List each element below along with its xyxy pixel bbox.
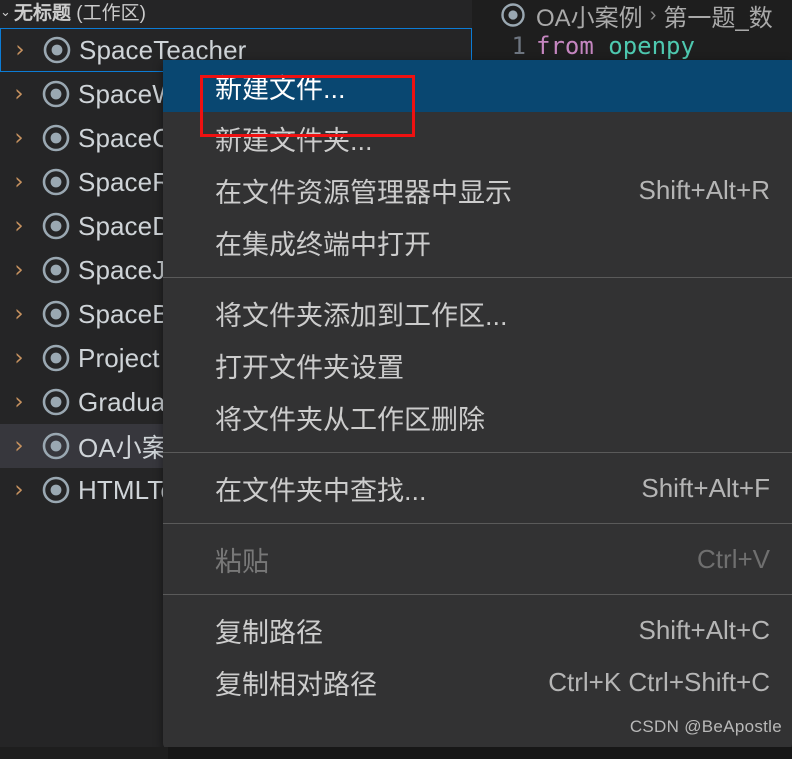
workspace-title-text: 无标题	[14, 3, 72, 24]
workspace-folder-icon	[38, 123, 74, 153]
workspace-folder-icon	[38, 211, 74, 241]
workspace-folder-icon	[38, 387, 74, 417]
menu-item-open-folder-settings[interactable]: 打开文件夹设置	[163, 339, 792, 391]
menu-item-label: 新建文件夹...	[215, 125, 373, 156]
menu-item-label: 在文件资源管理器中显示	[215, 177, 512, 208]
chevron-down-icon: ⌄	[0, 4, 11, 19]
workspace-folder-icon	[38, 299, 74, 329]
menu-item-label: 粘贴	[215, 546, 269, 577]
menu-item-label: 打开文件夹设置	[215, 352, 404, 383]
menu-item-find-in-folder[interactable]: 在文件夹中查找... Shift+Alt+F	[163, 462, 792, 514]
menu-group: 将文件夹添加到工作区... 打开文件夹设置将文件夹从工作区删除	[163, 287, 792, 443]
bottom-strip-left	[0, 747, 168, 759]
menu-group: 粘贴 Ctrl+V	[163, 533, 792, 585]
chevron-right-icon[interactable]: ›	[0, 126, 38, 150]
tree-row-label: Project	[78, 342, 160, 373]
menu-item-paste: 粘贴 Ctrl+V	[163, 533, 792, 585]
menu-item-shortcut: Ctrl+V	[697, 543, 770, 574]
menu-item-shortcut: Shift+Alt+C	[638, 614, 770, 645]
chevron-right-icon[interactable]: ›	[0, 434, 38, 458]
menu-item-label: 在集成终端中打开	[215, 229, 431, 260]
menu-separator	[163, 452, 792, 453]
chevron-right-icon[interactable]: ›	[0, 82, 38, 106]
menu-separator	[163, 594, 792, 595]
context-menu[interactable]: 新建文件... 新建文件夹... 在文件资源管理器中显示 Shift+Alt+R 在集成…	[163, 60, 792, 750]
menu-item-reveal-in-explorer[interactable]: 在文件资源管理器中显示 Shift+Alt+R	[163, 164, 792, 216]
menu-item-label: 在文件夹中查找...	[215, 475, 427, 506]
menu-item-add-folder-to-workspace[interactable]: 将文件夹添加到工作区...	[163, 287, 792, 339]
menu-group: 在文件夹中查找... Shift+Alt+F	[163, 462, 792, 514]
line-number: 1	[511, 32, 526, 60]
code-editor-line[interactable]: 1 from openpy	[472, 30, 792, 62]
menu-item-label: 将文件夹添加到工作区...	[215, 300, 508, 331]
bottom-strip-right	[168, 747, 792, 759]
chevron-right-icon[interactable]: ›	[0, 258, 38, 282]
chevron-right-icon[interactable]: ›	[0, 302, 38, 326]
workspace-folder-icon	[38, 343, 74, 373]
vscode-window: ⌄无标题 (工作区) ›SpaceTeacher›SpaceWeb›SpaceC…	[0, 0, 792, 759]
menu-separator	[163, 277, 792, 278]
menu-group: 复制路径 Shift+Alt+C 复制相对路径 Ctrl+K Ctrl+Shift+C	[163, 604, 792, 708]
menu-item-label: 将文件夹从工作区删除	[215, 404, 485, 435]
menu-item-new-file[interactable]: 新建文件...	[163, 60, 792, 112]
breadcrumb-separator-icon: ›	[649, 3, 657, 26]
menu-item-label: 复制路径	[215, 617, 323, 648]
chevron-right-icon[interactable]: ›	[0, 478, 38, 502]
menu-group: 新建文件... 新建文件夹... 在文件资源管理器中显示 Shift+Alt+R 在集成…	[163, 60, 792, 268]
workspace-folder-icon	[38, 431, 74, 461]
workspace-folder-icon	[500, 2, 526, 28]
menu-item-shortcut: Shift+Alt+R	[638, 174, 770, 205]
menu-item-shortcut: Ctrl+K Ctrl+Shift+C	[548, 666, 770, 697]
watermark: CSDN @BeApostle	[629, 717, 782, 736]
workspace-folder-icon	[38, 475, 74, 505]
menu-item-copy-relative-path[interactable]: 复制相对路径 Ctrl+K Ctrl+Shift+C	[163, 656, 792, 708]
workspace-folder-icon	[38, 255, 74, 285]
chevron-right-icon[interactable]: ›	[0, 346, 38, 370]
code-keyword: from	[536, 32, 594, 60]
chevron-right-icon[interactable]: ›	[0, 390, 38, 414]
menu-item-shortcut: Shift+Alt+F	[641, 472, 770, 503]
menu-item-remove-folder-from-workspace[interactable]: 将文件夹从工作区删除	[163, 391, 792, 443]
menu-item-copy-path[interactable]: 复制路径 Shift+Alt+C	[163, 604, 792, 656]
menu-item-open-in-terminal[interactable]: 在集成终端中打开	[163, 216, 792, 268]
menu-separator	[163, 523, 792, 524]
code-module-name: openpy	[608, 32, 695, 60]
breadcrumb[interactable]: OA小案例 › 第一题_数	[472, 0, 773, 33]
workspace-title-suffix: (工作区)	[76, 3, 146, 24]
workspace-folder-icon	[39, 35, 75, 65]
breadcrumb-leaf[interactable]: 第一题_数	[663, 0, 772, 33]
menu-item-label: 新建文件...	[215, 73, 346, 104]
chevron-right-icon[interactable]: ›	[0, 214, 38, 238]
workspace-folder-icon	[38, 79, 74, 109]
breadcrumb-root[interactable]: OA小案例	[536, 0, 643, 33]
chevron-right-icon[interactable]: ›	[0, 170, 38, 194]
menu-item-label: 复制相对路径	[215, 669, 377, 700]
workspace-folder-icon	[38, 167, 74, 197]
menu-item-new-folder[interactable]: 新建文件夹...	[163, 112, 792, 164]
chevron-right-icon[interactable]: ›	[1, 38, 39, 62]
workspace-title[interactable]: ⌄ 无标题 (工作区)	[0, 0, 472, 27]
